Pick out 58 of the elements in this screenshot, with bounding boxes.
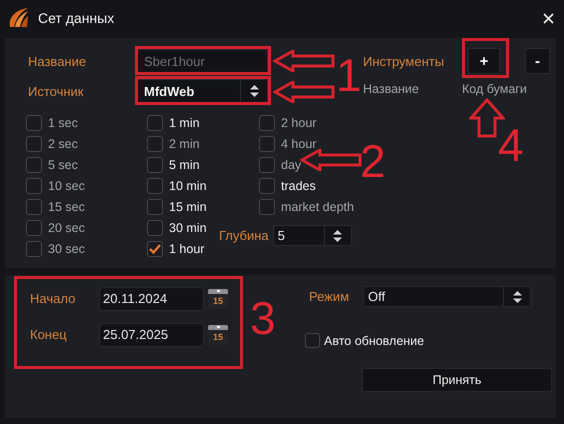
checkbox-label: day: [281, 158, 302, 172]
checkbox-label: 4 hour: [281, 136, 316, 150]
field-label: Название: [28, 54, 88, 68]
checkbox[interactable]: [147, 178, 163, 194]
left-arrow: [300, 149, 362, 171]
checkbox[interactable]: [147, 240, 163, 256]
spinner-icon[interactable]: [333, 230, 342, 242]
annotation-number: 2: [360, 138, 386, 184]
field-label: Режим: [309, 289, 350, 304]
left-arrow: [273, 81, 335, 103]
checkbox-label: market depth: [281, 200, 354, 214]
mode-select[interactable]: Off: [363, 286, 531, 307]
checkbox-label: 1 sec: [48, 116, 78, 130]
field-label: Конец: [30, 327, 68, 342]
checkbox-label: trades: [281, 178, 316, 192]
checkbox-label: 2 hour: [281, 116, 316, 130]
spinner-icon[interactable]: [512, 290, 522, 302]
checkbox-label: Авто обновление: [324, 334, 424, 348]
checkbox-label: 5 sec: [48, 158, 78, 172]
checkbox[interactable]: [147, 114, 163, 130]
source-select[interactable]: MfdWeb: [137, 79, 268, 103]
checkbox[interactable]: [259, 178, 275, 194]
date-field[interactable]: 20.11.2024: [99, 286, 204, 310]
checkbox-label: 15 sec: [48, 200, 85, 214]
checkbox[interactable]: [147, 156, 163, 172]
checkbox-label: 2 sec: [48, 136, 78, 150]
checkbox[interactable]: [147, 198, 163, 214]
checkbox-label: 1 hour: [169, 242, 204, 256]
checkbox[interactable]: [305, 333, 320, 348]
accept-button[interactable]: Принять: [362, 368, 552, 392]
checkbox-label: 10 min: [169, 178, 207, 192]
checkbox-label: 2 min: [169, 136, 200, 150]
annotation-number: 4: [498, 122, 524, 168]
add-button[interactable]: +: [468, 48, 500, 74]
annotation-number: 1: [336, 52, 362, 98]
checkbox-label: 1 min: [169, 116, 200, 130]
date-field[interactable]: 25.07.2025: [99, 322, 204, 346]
column-header: Название: [363, 82, 420, 96]
checkbox[interactable]: [147, 220, 163, 236]
spinner-icon[interactable]: [250, 85, 258, 97]
left-arrow: [273, 50, 335, 72]
checkbox-label: 20 sec: [48, 220, 85, 234]
annotation-number: 3: [250, 295, 276, 341]
highlight-frame: [462, 38, 509, 78]
checkbox-label: 5 min: [169, 158, 200, 172]
section-label: Инструменты: [363, 54, 446, 68]
field-label: Начало: [30, 291, 76, 306]
checkbox-label: 10 sec: [48, 178, 85, 192]
depth-spinbox[interactable]: 5: [272, 225, 352, 246]
column-header: Код бумаги: [462, 82, 527, 96]
checkbox-label: 30 min: [169, 220, 207, 234]
checkbox-label: 30 sec: [48, 242, 85, 256]
checkbox-label: 15 min: [169, 200, 207, 214]
close-icon[interactable]: [543, 12, 554, 24]
window-title: Сет данных: [38, 10, 116, 26]
remove-button[interactable]: -: [525, 48, 550, 74]
field-label: Глубина: [219, 228, 269, 243]
field-label: Источник: [28, 84, 84, 98]
